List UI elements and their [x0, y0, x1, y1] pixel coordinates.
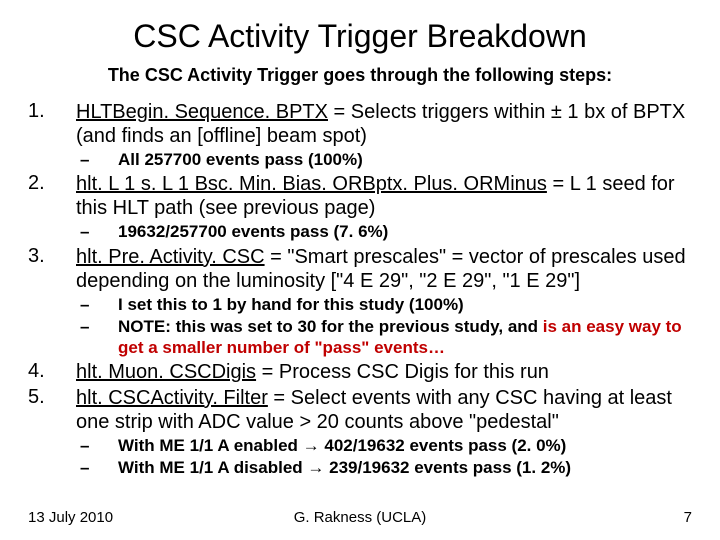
- item-body: hlt. Pre. Activity. CSC = "Smart prescal…: [76, 245, 692, 293]
- item-underline: HLTBegin. Sequence. BPTX: [76, 101, 328, 123]
- item-number: 4.: [28, 360, 76, 384]
- slide-subtitle: The CSC Activity Trigger goes through th…: [28, 65, 692, 86]
- slide-footer: 13 July 2010 G. Rakness (UCLA) 7: [28, 509, 692, 526]
- item-number: 2.: [28, 172, 76, 220]
- sub-item: – With ME 1/1 A enabled → 402/19632 even…: [76, 436, 692, 456]
- list-item: 1. HLTBegin. Sequence. BPTX = Selects tr…: [28, 100, 692, 148]
- sub-body: With ME 1/1 A enabled → 402/19632 events…: [118, 436, 566, 456]
- list-item: 4. hlt. Muon. CSCDigis = Process CSC Dig…: [28, 360, 692, 384]
- footer-date: 13 July 2010: [28, 509, 113, 526]
- slide-title: CSC Activity Trigger Breakdown: [28, 18, 692, 55]
- list-item: 3. hlt. Pre. Activity. CSC = "Smart pres…: [28, 245, 692, 293]
- item-underline: hlt. Muon. CSCDigis: [76, 361, 256, 383]
- arrow-icon: →: [307, 458, 324, 477]
- item-number: 3.: [28, 245, 76, 293]
- item-underline: hlt. CSCActivity. Filter: [76, 387, 268, 409]
- item-underline: hlt. L 1 s. L 1 Bsc. Min. Bias. ORBptx. …: [76, 173, 547, 195]
- sub-item: – I set this to 1 by hand for this study…: [76, 295, 692, 315]
- item-number: 1.: [28, 100, 76, 148]
- dash-bullet: –: [76, 150, 118, 170]
- sub-body: I set this to 1 by hand for this study (…: [118, 295, 464, 315]
- arrow-icon: →: [303, 436, 320, 455]
- item-body: hlt. CSCActivity. Filter = Select events…: [76, 386, 692, 434]
- sub-body: All 257700 events pass (100%): [118, 150, 363, 170]
- item-body: HLTBegin. Sequence. BPTX = Selects trigg…: [76, 100, 692, 148]
- dash-bullet: –: [76, 222, 118, 242]
- sub-item: – With ME 1/1 A disabled → 239/19632 eve…: [76, 458, 692, 478]
- item-number: 5.: [28, 386, 76, 434]
- sub-body: 19632/257700 events pass (7. 6%): [118, 222, 388, 242]
- item-body: hlt. L 1 s. L 1 Bsc. Min. Bias. ORBptx. …: [76, 172, 692, 220]
- dash-bullet: –: [76, 295, 118, 315]
- dash-bullet: –: [76, 458, 118, 478]
- sub-item: – 19632/257700 events pass (7. 6%): [76, 222, 692, 242]
- dash-bullet: –: [76, 436, 118, 456]
- footer-author: G. Rakness (UCLA): [294, 509, 427, 526]
- sub-item: – NOTE: this was set to 30 for the previ…: [76, 317, 692, 358]
- footer-page: 7: [684, 509, 692, 526]
- dash-bullet: –: [76, 317, 118, 358]
- list-item: 2. hlt. L 1 s. L 1 Bsc. Min. Bias. ORBpt…: [28, 172, 692, 220]
- sub-item: – All 257700 events pass (100%): [76, 150, 692, 170]
- item-body: hlt. Muon. CSCDigis = Process CSC Digis …: [76, 360, 549, 384]
- sub-body: With ME 1/1 A disabled → 239/19632 event…: [118, 458, 571, 478]
- list-item: 5. hlt. CSCActivity. Filter = Select eve…: [28, 386, 692, 434]
- sub-body: NOTE: this was set to 30 for the previou…: [118, 317, 692, 358]
- item-underline: hlt. Pre. Activity. CSC: [76, 246, 265, 268]
